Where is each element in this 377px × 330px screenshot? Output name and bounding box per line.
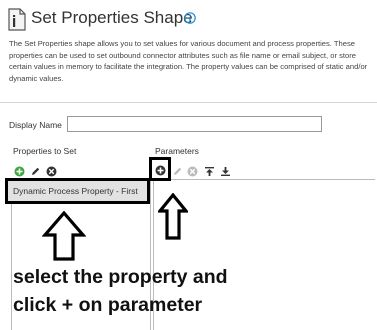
document-icon	[8, 8, 26, 31]
up-arrow-icon	[158, 193, 188, 240]
up-arrow-icon	[42, 211, 86, 261]
shape-description: The Set Properties shape allows you to s…	[9, 39, 368, 83]
move-bottom-icon[interactable]	[220, 166, 231, 177]
remove-icon[interactable]	[187, 166, 198, 177]
info-icon[interactable]	[184, 12, 196, 24]
add-parameter-highlight	[149, 157, 171, 181]
annotation-line: click + on parameter	[13, 294, 203, 316]
display-name-input[interactable]	[67, 116, 322, 132]
page-title: Set Properties Shape	[31, 8, 193, 27]
annotation-line: select the property and	[13, 266, 228, 288]
pencil-icon[interactable]	[172, 166, 183, 177]
display-name-label: Display Name	[9, 120, 62, 130]
remove-icon[interactable]	[46, 166, 57, 177]
pencil-icon[interactable]	[30, 166, 41, 177]
add-icon[interactable]	[14, 166, 25, 177]
list-item[interactable]: Dynamic Process Property - First	[5, 178, 150, 204]
move-top-icon[interactable]	[204, 166, 215, 177]
shape-header: Set Properties Shape The Set Properties …	[0, 0, 377, 103]
properties-to-set-label: Properties to Set	[13, 146, 77, 156]
annotation-text: select the property and click + on param…	[13, 263, 343, 319]
parameters-label: Parameters	[155, 146, 199, 156]
